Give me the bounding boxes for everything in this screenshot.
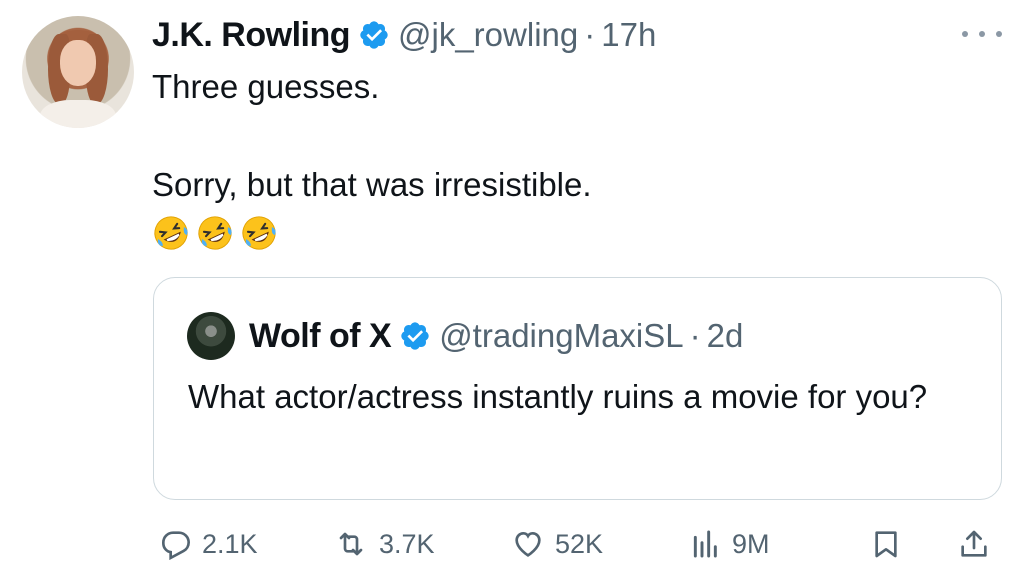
quoted-author-avatar[interactable]: [187, 312, 235, 360]
quoted-author-display-name[interactable]: Wolf of X: [249, 317, 392, 356]
quoted-tweet-timestamp[interactable]: 2d: [707, 317, 744, 355]
views-button[interactable]: 9M: [690, 524, 770, 564]
more-options-icon[interactable]: [962, 24, 1002, 44]
verified-badge-icon[interactable]: [399, 320, 431, 352]
repost-icon: [333, 528, 369, 560]
quoted-tweet-header: Wolf of X @tradingMaxiSL · 2d: [187, 312, 743, 360]
tweet-text-line: Sorry, but that was irresistible.: [152, 166, 592, 203]
reply-icon: [160, 528, 192, 560]
share-icon: [958, 527, 990, 561]
views-icon: [690, 528, 722, 560]
reply-button[interactable]: 2.1K: [160, 524, 258, 564]
like-button[interactable]: 52K: [511, 524, 603, 564]
separator-dot: ·: [584, 16, 596, 53]
quoted-tweet-text: What actor/actress instantly ruins a mov…: [188, 378, 928, 415]
views-count: 9M: [732, 528, 770, 559]
share-button[interactable]: [958, 524, 990, 564]
verified-badge-icon[interactable]: [358, 19, 390, 51]
tweet-text: Three guesses. Sorry, but that was irres…: [152, 62, 972, 209]
reply-count: 2.1K: [202, 528, 258, 559]
rolling-laughing-emoji-icon: [240, 214, 278, 252]
repost-count: 3.7K: [379, 528, 435, 559]
emoji-row: [152, 214, 278, 252]
repost-button[interactable]: 3.7K: [333, 524, 435, 564]
rolling-laughing-emoji-icon: [152, 214, 190, 252]
separator-dot: ·: [689, 317, 701, 354]
heart-icon: [511, 528, 545, 560]
tweet-header: J.K. Rowling @jk_rowling · 17h: [152, 12, 656, 58]
tweet-action-bar: 2.1K 3.7K 52K 9M: [0, 516, 1024, 572]
tweet-text-line: Three guesses.: [152, 68, 380, 105]
author-display-name[interactable]: J.K. Rowling: [152, 16, 351, 55]
quoted-author-handle[interactable]: @tradingMaxiSL: [439, 317, 683, 355]
tweet-timestamp[interactable]: 17h: [601, 16, 656, 54]
author-avatar[interactable]: [22, 16, 134, 128]
rolling-laughing-emoji-icon: [196, 214, 234, 252]
bookmark-button[interactable]: [870, 524, 902, 564]
bookmark-icon: [870, 527, 902, 561]
author-handle[interactable]: @jk_rowling: [398, 16, 578, 54]
like-count: 52K: [555, 528, 604, 559]
quoted-tweet[interactable]: Wolf of X @tradingMaxiSL · 2d What actor…: [153, 277, 1002, 500]
